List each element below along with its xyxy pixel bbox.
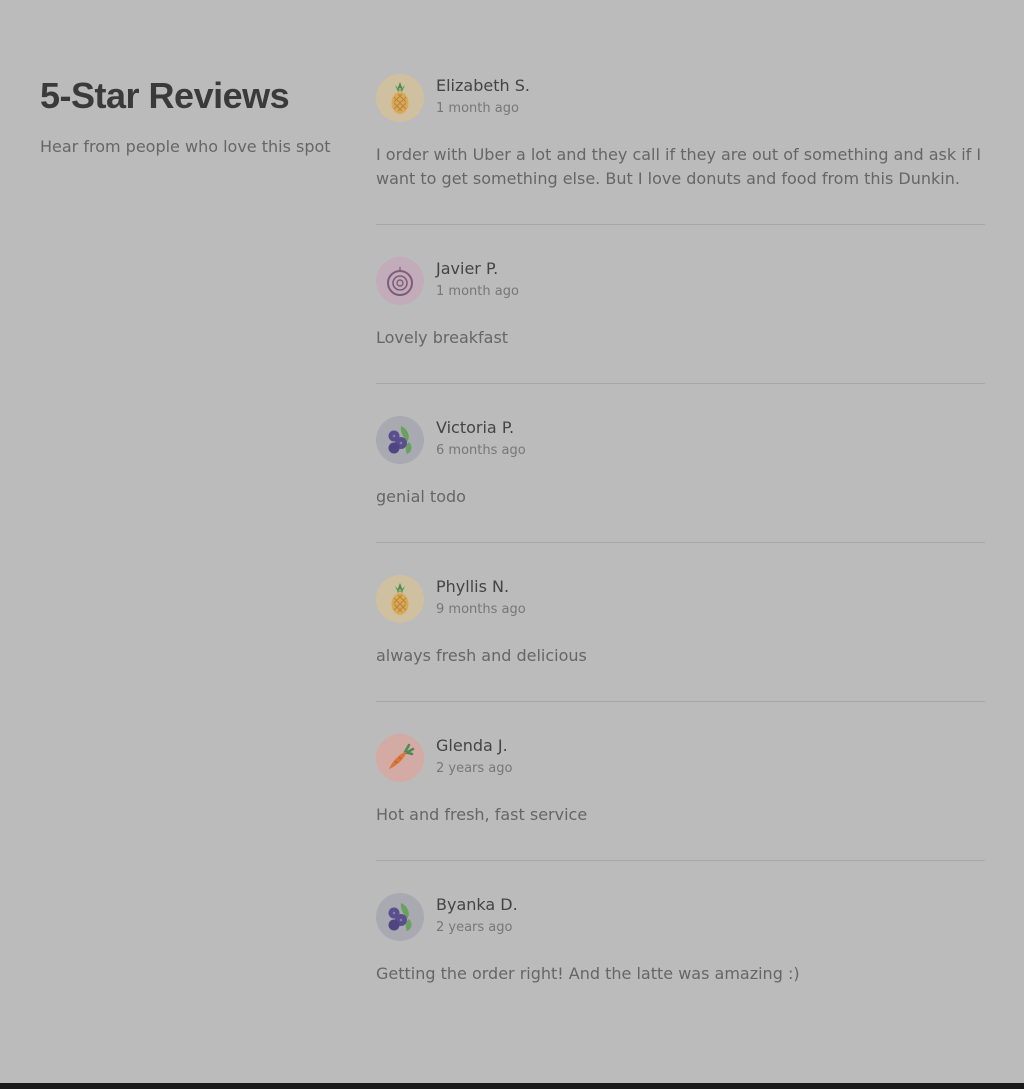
review-date: 1 month ago — [436, 284, 519, 299]
blueberry-icon — [376, 893, 424, 941]
review-item: Elizabeth S. 1 month ago I order with Ub… — [376, 74, 985, 225]
review-item: Javier P. 1 month ago Lovely breakfast — [376, 225, 985, 384]
review-item: Victoria P. 6 months ago genial todo — [376, 384, 985, 543]
pineapple-icon — [376, 575, 424, 623]
page-title: 5-Star Reviews — [40, 75, 290, 116]
bottom-bar — [0, 1083, 1024, 1089]
review-date: 2 years ago — [436, 920, 513, 935]
review-text: genial todo — [376, 487, 466, 506]
reviewer-name: Glenda J. — [436, 736, 508, 755]
carrot-icon — [376, 734, 424, 782]
reviewer-name: Victoria P. — [436, 418, 515, 437]
onion-icon — [376, 257, 424, 305]
review-text: Getting the order right! And the latte w… — [376, 964, 800, 983]
review-date: 2 years ago — [436, 761, 513, 776]
reviewer-name: Elizabeth S. — [436, 76, 530, 95]
review-text: Lovely breakfast — [376, 328, 509, 347]
reviewer-name: Byanka D. — [436, 895, 518, 914]
reviewer-name: Phyllis N. — [436, 577, 510, 596]
review-date: 9 months ago — [436, 602, 526, 617]
review-text: always fresh and delicious — [376, 646, 587, 665]
review-date: 6 months ago — [436, 443, 526, 458]
review-date: 1 month ago — [436, 101, 519, 116]
review-text: I order with Uber a lot and they call if… — [376, 145, 982, 188]
review-item: Byanka D. 2 years ago Getting the order … — [376, 861, 985, 986]
review-item: Phyllis N. 9 months ago always fresh and… — [376, 543, 985, 702]
review-item: Glenda J. 2 years ago Hot and fresh, fas… — [376, 702, 985, 861]
review-text: Hot and fresh, fast service — [376, 805, 588, 824]
reviews-list: Elizabeth S. 1 month ago I order with Ub… — [376, 74, 985, 986]
pineapple-icon — [376, 74, 424, 122]
page-subtitle: Hear from people who love this spot — [40, 137, 331, 156]
reviewer-name: Javier P. — [436, 259, 499, 278]
blueberry-icon — [376, 416, 424, 464]
reviews-header: 5-Star Reviews Hear from people who love… — [40, 75, 340, 157]
